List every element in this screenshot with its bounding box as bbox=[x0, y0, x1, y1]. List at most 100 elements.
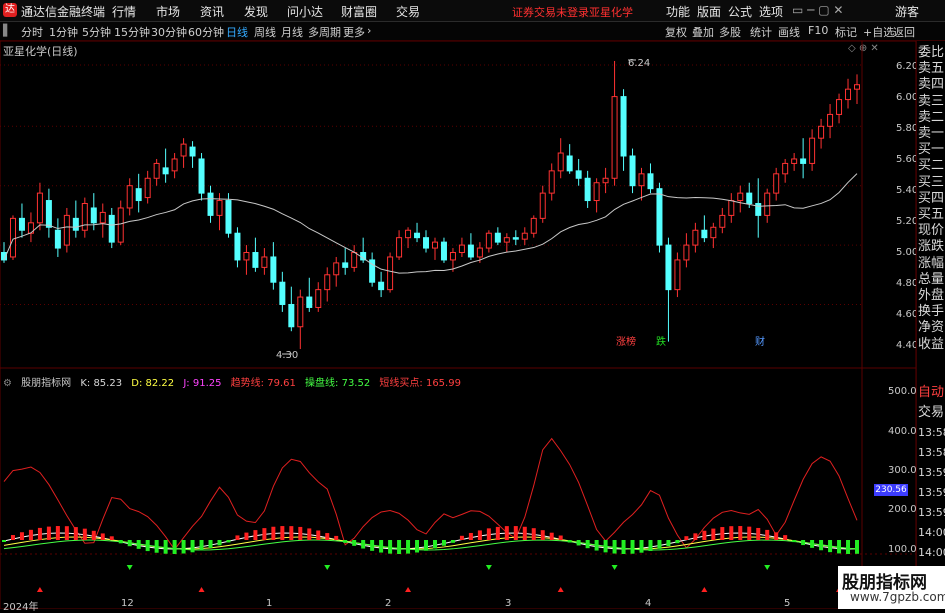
candle-body bbox=[81, 203, 88, 231]
sidebar-quote-label: 现价 bbox=[918, 223, 945, 239]
indicator-histogram-bar bbox=[73, 527, 78, 540]
indicator-histogram-bar bbox=[585, 540, 590, 549]
btn-huaxian[interactable]: 画线 bbox=[778, 24, 800, 40]
candle-body bbox=[153, 162, 160, 179]
indicator-d: D: 82.22 bbox=[131, 378, 175, 389]
sidebar-trade-item: 14:00 bbox=[918, 546, 945, 559]
event-marker-zhangbang[interactable]: 涨榜 bbox=[614, 333, 638, 348]
period-fenshi[interactable]: 分时 bbox=[21, 24, 43, 40]
menu-jiaoyi[interactable]: 交易 bbox=[396, 3, 420, 20]
indicator-histogram-bar bbox=[657, 540, 662, 549]
btn-back[interactable]: 返回 bbox=[893, 24, 915, 40]
indicator-histogram-bar bbox=[37, 527, 42, 540]
candle-body bbox=[476, 247, 483, 258]
indicator-histogram-bar bbox=[244, 532, 249, 540]
indicator-j: J: 91.25 bbox=[183, 378, 222, 389]
menu-caifuquan[interactable]: 财富圈 bbox=[341, 3, 377, 20]
indicator-settings-icon[interactable]: ⚙ bbox=[3, 378, 12, 389]
indicator-histogram-bar bbox=[810, 540, 815, 548]
indicator-histogram-bar bbox=[828, 540, 833, 553]
sidebar-quote-label: 买二 bbox=[918, 158, 945, 174]
candle-body bbox=[674, 259, 681, 291]
indicator-histogram-bar bbox=[666, 540, 671, 547]
sidebar-trade-item: 13:59 bbox=[918, 506, 945, 519]
candle-body bbox=[54, 229, 61, 249]
indicator-panel bbox=[2, 437, 859, 592]
period-1min[interactable]: 1分钟 bbox=[49, 24, 78, 40]
candle-body bbox=[315, 289, 322, 308]
candle-body bbox=[126, 185, 133, 209]
period-15min[interactable]: 15分钟 bbox=[114, 24, 150, 40]
indicator-histogram-bar bbox=[504, 526, 509, 540]
period-more[interactable]: 更多 bbox=[343, 24, 365, 40]
candle-body bbox=[836, 99, 843, 115]
candle-body bbox=[746, 192, 753, 205]
period-weekly[interactable]: 周线 bbox=[254, 24, 276, 40]
candle-body bbox=[135, 188, 142, 202]
sidebar-quote-label: 买五 bbox=[918, 207, 945, 222]
candle-body bbox=[225, 200, 232, 234]
indicator-trend: 趋势线: 79.61 bbox=[230, 378, 296, 389]
btn-diejia[interactable]: 叠加 bbox=[692, 24, 714, 40]
indicator-name[interactable]: 股朋指标网 bbox=[21, 378, 71, 389]
btn-duogu[interactable]: 多股 bbox=[719, 24, 741, 40]
chart-grid bbox=[0, 41, 917, 609]
menu-gongneng[interactable]: 功能 bbox=[666, 3, 690, 20]
period-5min[interactable]: 5分钟 bbox=[82, 24, 111, 40]
candle-body bbox=[485, 232, 492, 249]
sidebar-trade-item[interactable]: 交易 bbox=[918, 404, 945, 421]
candle-body bbox=[108, 214, 115, 243]
menu-zixun[interactable]: 资讯 bbox=[200, 3, 224, 20]
btn-fuquan[interactable]: 复权 bbox=[665, 24, 687, 40]
period-30min[interactable]: 30分钟 bbox=[151, 24, 187, 40]
candle-body bbox=[584, 177, 591, 202]
login-notice[interactable]: 证券交易未登录 bbox=[512, 4, 589, 20]
indicator-histogram-bar bbox=[2, 540, 6, 542]
candle-body bbox=[647, 173, 654, 190]
indicator-histogram-bar bbox=[388, 540, 393, 554]
candle-body bbox=[144, 177, 151, 199]
sidebar-quote-label: 换手 bbox=[918, 304, 945, 320]
period-daily[interactable]: 日线 bbox=[226, 24, 248, 40]
event-marker-cai[interactable]: 财 bbox=[753, 333, 767, 348]
sidebar-trade-item[interactable]: 自动 bbox=[918, 384, 945, 401]
btn-tongji[interactable]: 统计 bbox=[750, 24, 772, 40]
candle-body bbox=[665, 244, 672, 291]
kline-chart[interactable] bbox=[0, 41, 945, 609]
menu-wenxiaoda[interactable]: 问小达 bbox=[287, 3, 323, 20]
menu-banmian[interactable]: 版面 bbox=[697, 3, 721, 20]
btn-add-favorite[interactable]: +自选 bbox=[863, 24, 894, 40]
indicator-histogram-bar bbox=[145, 540, 150, 552]
candle-body bbox=[440, 241, 447, 261]
menu-faxian[interactable]: 发现 bbox=[244, 3, 268, 20]
indicator-histogram-bar bbox=[163, 540, 168, 554]
candle-body bbox=[827, 113, 834, 127]
candle-body bbox=[530, 217, 537, 234]
menu-gongshi[interactable]: 公式 bbox=[728, 3, 752, 20]
event-marker-die[interactable]: 跌 bbox=[654, 333, 668, 348]
btn-f10[interactable]: F10 bbox=[808, 24, 828, 37]
indicator-histogram-bar bbox=[576, 540, 581, 546]
menu-hangqing[interactable]: 行情 bbox=[112, 3, 136, 20]
indicator-histogram-bar bbox=[531, 528, 536, 540]
period-multi[interactable]: 多周期 bbox=[308, 24, 341, 40]
indicator-histogram-bar bbox=[648, 540, 653, 552]
menu-xuanxiang[interactable]: 选项 bbox=[759, 3, 783, 20]
period-60min[interactable]: 60分钟 bbox=[188, 24, 224, 40]
candle-body bbox=[521, 232, 528, 240]
indicator-histogram-bar bbox=[172, 540, 177, 554]
candle-body bbox=[414, 232, 421, 239]
price-tick: 4.60 bbox=[896, 309, 919, 320]
indicator-histogram-bar bbox=[495, 526, 500, 540]
user-guest[interactable]: 游客 bbox=[895, 3, 919, 20]
candle-body bbox=[692, 229, 699, 246]
indicator-histogram-bar bbox=[46, 526, 51, 540]
indicator-histogram-bar bbox=[486, 528, 491, 540]
menu-shichang[interactable]: 市场 bbox=[156, 3, 180, 20]
window-controls-icon[interactable]: ▭ ─ ▢ ✕ bbox=[792, 3, 843, 17]
indicator-current-value: 230.56 bbox=[874, 484, 908, 496]
chevron-right-icon[interactable]: › bbox=[367, 24, 371, 37]
candle-body bbox=[458, 244, 465, 254]
period-monthly[interactable]: 月线 bbox=[281, 24, 303, 40]
btn-biaoji[interactable]: 标记 bbox=[835, 24, 857, 40]
